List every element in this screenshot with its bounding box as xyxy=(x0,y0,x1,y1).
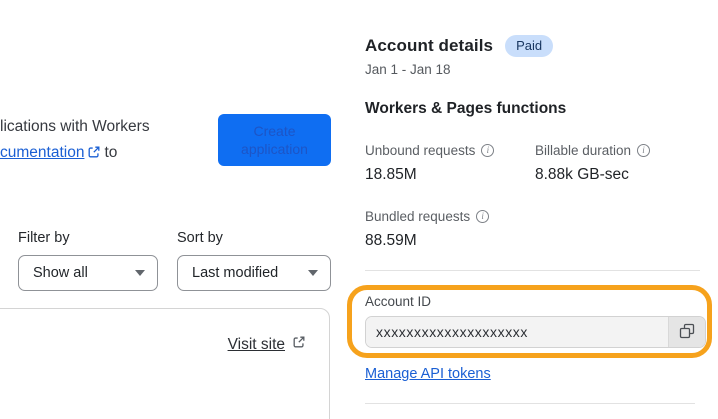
manage-api-tokens-row: Manage API tokens xyxy=(365,366,491,382)
account-details-header: Account details Paid xyxy=(365,35,554,57)
copy-icon xyxy=(679,323,695,342)
project-card: Visit site xyxy=(0,308,330,419)
sort-dropdown-value: Last modified xyxy=(192,265,279,281)
billable-duration-label: Billable duration i xyxy=(535,143,651,158)
sort-dropdown[interactable]: Last modified xyxy=(177,255,331,291)
info-icon[interactable]: i xyxy=(637,144,651,157)
unbound-requests-value: 18.85M xyxy=(365,166,417,183)
filter-dropdown-value: Show all xyxy=(33,265,88,281)
sort-by-label: Sort by xyxy=(177,230,223,246)
filter-dropdown[interactable]: Show all xyxy=(18,255,158,291)
divider xyxy=(365,270,700,271)
workers-dashboard-screen: lications with Workers cumentation to Cre… xyxy=(0,0,718,419)
intro-line-1: lications with Workers xyxy=(0,118,150,135)
manage-api-tokens-link[interactable]: Manage API tokens xyxy=(365,366,491,382)
chevron-down-icon xyxy=(308,270,318,276)
info-icon[interactable]: i xyxy=(481,144,495,157)
unbound-requests-label: Unbound requests i xyxy=(365,143,495,158)
billing-date-range: Jan 1 - Jan 18 xyxy=(365,62,451,77)
paid-plan-badge: Paid xyxy=(505,35,554,57)
account-id-control xyxy=(365,316,706,348)
intro-text: lications with Workers cumentation to xyxy=(0,114,215,168)
info-icon[interactable]: i xyxy=(476,210,490,223)
billable-duration-value: 8.88k GB-sec xyxy=(535,166,629,183)
external-link-icon xyxy=(87,142,101,168)
filter-by-label: Filter by xyxy=(18,230,70,246)
external-link-icon xyxy=(292,335,306,354)
intro-line-2: cumentation to xyxy=(0,140,215,168)
account-id-input[interactable] xyxy=(366,317,668,347)
visit-site-link[interactable]: Visit site xyxy=(228,336,285,354)
visit-site-row: Visit site xyxy=(228,335,309,354)
bundled-requests-label: Bundled requests i xyxy=(365,209,490,224)
divider xyxy=(365,403,695,404)
intro-after-link: to xyxy=(104,144,118,161)
create-application-button[interactable]: Create application xyxy=(218,114,331,166)
account-id-label: Account ID xyxy=(365,294,432,309)
workers-pages-functions-title: Workers & Pages functions xyxy=(365,100,567,117)
bundled-requests-value: 88.59M xyxy=(365,232,417,249)
account-details-title: Account details xyxy=(365,36,494,55)
chevron-down-icon xyxy=(135,270,145,276)
copy-button[interactable] xyxy=(668,317,705,347)
documentation-link[interactable]: cumentation xyxy=(0,144,84,161)
